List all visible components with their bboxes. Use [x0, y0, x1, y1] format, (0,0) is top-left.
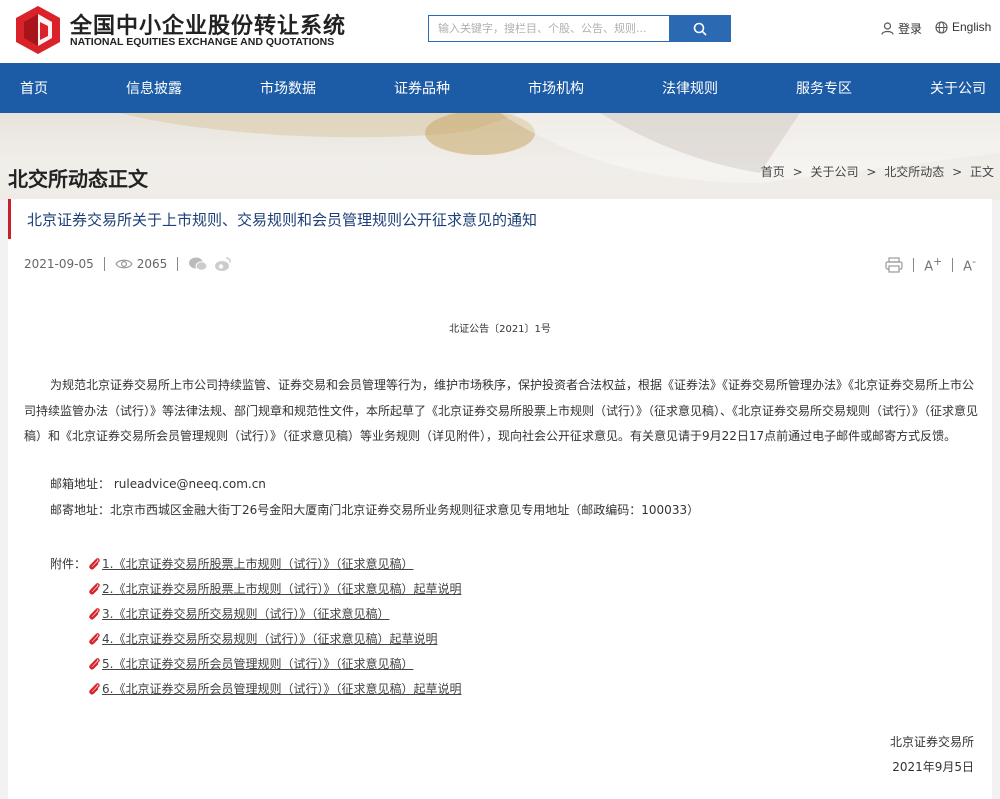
attachment-title: 1.《北京证券交易所股票上市规则（试行）》（征求意见稿）	[102, 557, 414, 571]
site-header: 全国中小企业股份转让系统 NATIONAL EQUITIES EXCHANGE …	[0, 0, 1000, 63]
attachment-title: 4.《北京证券交易所交易规则（试行）》（征求意见稿）起草说明	[102, 632, 438, 646]
email-address: 邮箱地址： ruleadvice@neeq.com.cn	[50, 477, 266, 491]
eye-icon	[115, 259, 133, 269]
breadcrumb-news[interactable]: 北交所动态	[884, 165, 944, 179]
login-link[interactable]: 登录	[881, 20, 922, 37]
breadcrumb-separator: >	[952, 165, 963, 179]
mail-address: 邮寄地址：北京市西城区金融大街丁26号金阳大厦南门北京证券交易所业务规则征求意见…	[50, 503, 700, 517]
breadcrumb-separator: >	[866, 165, 877, 179]
paperclip-icon	[89, 557, 100, 569]
attachment-title: 3.《北京证券交易所交易规则（试行）》（征求意见稿）	[102, 607, 390, 621]
paperclip-icon	[89, 607, 100, 619]
divider	[913, 257, 915, 272]
breadcrumb-about[interactable]: 关于公司	[811, 165, 859, 179]
attachments-label: 附件：	[50, 557, 87, 571]
nav-item-market-data[interactable]: 市场数据	[260, 78, 316, 98]
attachment-link-5[interactable]: 5.《北京证券交易所会员管理规则（试行）》（征求意见稿）	[88, 655, 413, 672]
attachment-link-2[interactable]: 2.《北京证券交易所股票上市规则（试行）》（征求意见稿）起草说明	[88, 580, 461, 597]
view-count: 2065	[136, 257, 168, 271]
english-label: English	[952, 20, 992, 34]
paperclip-icon	[89, 657, 100, 669]
breadcrumb-current: 正文	[969, 165, 994, 179]
paperclip-icon	[89, 682, 100, 694]
article-meta: 2021-09-05 2065	[24, 256, 232, 272]
nav-item-disclosure[interactable]: 信息披露	[126, 78, 182, 98]
nav-item-services[interactable]: 服务专区	[796, 78, 852, 98]
main-nav: 首页 信息披露 市场数据 证券品种 市场机构 法律规则 服务专区 关于公司	[0, 63, 1000, 113]
signature-date: 2021年9月5日	[892, 760, 974, 774]
search-icon	[693, 22, 707, 36]
nav-item-institutions[interactable]: 市场机构	[528, 78, 584, 98]
document-number: 北证公告〔2021〕1号	[449, 324, 551, 335]
print-icon[interactable]	[885, 257, 903, 273]
attachment-link-6[interactable]: 6.《北京证券交易所会员管理规则（试行）》（征求意见稿）起草说明	[88, 680, 461, 697]
page-banner: 北交所动态正文 首页 > 关于公司 > 北交所动态 > 正文	[0, 113, 1000, 200]
divider	[103, 257, 105, 271]
attachment-link-1[interactable]: 1.《北京证券交易所股票上市规则（试行）》（征求意见稿）	[88, 555, 413, 572]
breadcrumb-separator: >	[792, 165, 803, 179]
article-title: 北京证券交易所关于上市规则、交易规则和会员管理规则公开征求意见的通知	[8, 199, 992, 239]
font-decrease-label: A	[963, 259, 973, 275]
user-icon	[881, 22, 894, 35]
article-date: 2021-09-05	[24, 257, 94, 271]
search-input[interactable]	[429, 16, 669, 41]
nav-item-securities[interactable]: 证券品种	[394, 78, 450, 98]
banner-decoration-icon	[120, 113, 1000, 183]
login-label: 登录	[898, 22, 923, 36]
nav-item-home[interactable]: 首页	[20, 78, 48, 98]
attachment-link-4[interactable]: 4.《北京证券交易所交易规则（试行）》（征求意见稿）起草说明	[88, 630, 437, 647]
breadcrumb-home[interactable]: 首页	[761, 165, 785, 179]
english-link[interactable]: English	[935, 20, 991, 34]
nav-item-about[interactable]: 关于公司	[930, 78, 986, 98]
search-box	[428, 15, 731, 42]
brand-logo-icon[interactable]	[16, 6, 60, 54]
font-increase-button[interactable]: A+	[924, 255, 942, 274]
divider	[177, 257, 179, 271]
search-button[interactable]	[669, 16, 730, 41]
attachment-link-3[interactable]: 3.《北京证券交易所交易规则（试行）》（征求意见稿）	[88, 605, 389, 622]
attachment-title: 5.《北京证券交易所会员管理规则（试行）》（征求意见稿）	[102, 657, 414, 671]
globe-icon	[935, 20, 948, 34]
nav-item-rules[interactable]: 法律规则	[662, 78, 718, 98]
breadcrumb: 首页 > 关于公司 > 北交所动态 > 正文	[759, 163, 996, 180]
brand-name-en: NATIONAL EQUITIES EXCHANGE AND QUOTATION…	[70, 36, 335, 48]
font-increase-label: A	[924, 259, 934, 275]
signature-org: 北京证券交易所	[889, 735, 974, 749]
paperclip-icon	[89, 582, 100, 594]
attachment-title: 6.《北京证券交易所会员管理规则（试行）》（征求意见稿）起草说明	[102, 682, 462, 696]
paperclip-icon	[89, 632, 100, 644]
article-tools: A+ A-	[885, 255, 976, 274]
divider	[952, 257, 954, 272]
font-decrease-button[interactable]: A-	[963, 255, 976, 274]
weibo-share-icon[interactable]	[214, 256, 232, 272]
article-container: 北京证券交易所关于上市规则、交易规则和会员管理规则公开征求意见的通知 2021-…	[8, 199, 992, 799]
wechat-share-icon[interactable]	[188, 256, 208, 272]
page-title: 北交所动态正文	[8, 167, 148, 191]
article-body: 为规范北京证券交易所上市公司持续监管、证券交易和会员管理等行为，维护市场秩序，保…	[24, 378, 979, 443]
attachment-title: 2.《北京证券交易所股票上市规则（试行）》（征求意见稿）起草说明	[102, 582, 462, 596]
